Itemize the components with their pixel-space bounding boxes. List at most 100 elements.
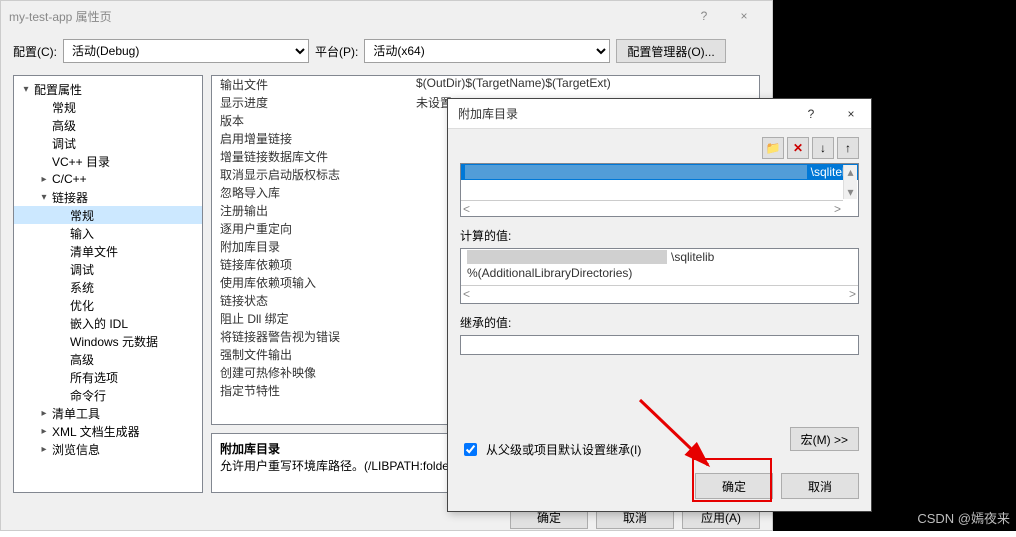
tree-item-label: 高级 — [52, 117, 76, 134]
vertical-scrollbar[interactable]: ▴ ▾ — [843, 165, 857, 199]
property-name: 链接库依赖项 — [212, 256, 412, 274]
tree-item-label: 浏览信息 — [52, 441, 100, 458]
scroll-up-icon: ▴ — [847, 165, 853, 179]
tree-item[interactable]: ▸清单工具 — [14, 404, 202, 422]
tree-item-label: 配置属性 — [34, 81, 82, 98]
arrow-up-icon: ↑ — [845, 141, 851, 155]
sub-cancel-button[interactable]: 取消 — [781, 473, 859, 499]
tree-item-label: 系统 — [70, 279, 94, 296]
tree-toggle-icon: ▸ — [38, 408, 50, 419]
tree-item[interactable]: 常规 — [14, 98, 202, 116]
delete-line-button[interactable]: ✕ — [787, 137, 809, 159]
tree-item-label: Windows 元数据 — [70, 333, 158, 350]
tree-item[interactable]: ▸浏览信息 — [14, 440, 202, 458]
property-name: 增量链接数据库文件 — [212, 148, 412, 166]
tree-item[interactable]: ▾链接器 — [14, 188, 202, 206]
paths-listbox[interactable]: \sqlitelib ▴ ▾ < > — [460, 163, 859, 217]
property-name: 版本 — [212, 112, 412, 130]
tree-item[interactable]: 所有选项 — [14, 368, 202, 386]
property-name: 使用库依赖项输入 — [212, 274, 412, 292]
platform-select[interactable]: 活动(x64) — [364, 39, 610, 63]
inherited-values-box — [460, 335, 859, 355]
tree-item-label: C/C++ — [52, 172, 87, 186]
redacted-path — [465, 165, 807, 179]
list-item[interactable]: \sqlitelib — [461, 164, 858, 180]
new-line-button[interactable]: 📁 — [762, 137, 784, 159]
tree-item[interactable]: VC++ 目录 — [14, 152, 202, 170]
sub-help-button[interactable]: ? — [791, 100, 831, 128]
move-down-button[interactable]: ↓ — [812, 137, 834, 159]
delete-icon: ✕ — [793, 141, 803, 155]
tree-item[interactable]: 命令行 — [14, 386, 202, 404]
category-tree[interactable]: ▾配置属性常规高级调试VC++ 目录▸C/C++▾链接器常规输入清单文件调试系统… — [13, 75, 203, 493]
watermark: CSDN @嫣夜来 — [917, 508, 1010, 527]
property-name: 将链接器警告视为错误 — [212, 328, 412, 346]
platform-label: 平台(P): — [315, 43, 358, 60]
tree-item[interactable]: Windows 元数据 — [14, 332, 202, 350]
scroll-right-icon: > — [834, 202, 841, 216]
property-name: 取消显示启动版权标志 — [212, 166, 412, 184]
tree-item[interactable]: 嵌入的 IDL — [14, 314, 202, 332]
tree-toggle-icon: ▾ — [20, 84, 32, 95]
tree-item-label: 清单文件 — [70, 243, 118, 260]
window-title: my-test-app 属性页 — [9, 8, 684, 25]
tree-item-label: VC++ 目录 — [52, 153, 110, 170]
scroll-down-icon: ▾ — [847, 185, 853, 199]
tree-item[interactable]: 调试 — [14, 260, 202, 278]
evaluated-values-box: \sqlitelib %(AdditionalLibraryDirectorie… — [460, 248, 859, 304]
tree-item-label: 嵌入的 IDL — [70, 315, 128, 332]
tree-toggle-icon: ▸ — [38, 426, 50, 437]
tree-item[interactable]: 常规 — [14, 206, 202, 224]
config-manager-button[interactable]: 配置管理器(O)... — [616, 39, 725, 63]
horizontal-scrollbar[interactable]: < > — [461, 200, 843, 216]
tree-item[interactable]: 输入 — [14, 224, 202, 242]
titlebar: my-test-app 属性页 ? × — [1, 1, 772, 31]
property-name: 创建可热修补映像 — [212, 364, 412, 382]
tree-item-label: 调试 — [70, 261, 94, 278]
property-name: 链接状态 — [212, 292, 412, 310]
property-name: 显示进度 — [212, 94, 412, 112]
tree-item[interactable]: 高级 — [14, 350, 202, 368]
property-name: 附加库目录 — [212, 238, 412, 256]
tree-item-label: 链接器 — [52, 189, 88, 206]
sub-titlebar: 附加库目录 ? × — [448, 99, 871, 129]
inherit-checkbox[interactable] — [464, 443, 477, 456]
move-up-button[interactable]: ↑ — [837, 137, 859, 159]
property-name: 输出文件 — [212, 76, 412, 94]
tree-item[interactable]: 系统 — [14, 278, 202, 296]
tree-item-label: 调试 — [52, 135, 76, 152]
property-row[interactable]: 输出文件$(OutDir)$(TargetName)$(TargetExt) — [212, 76, 759, 94]
config-row: 配置(C): 活动(Debug) 平台(P): 活动(x64) 配置管理器(O)… — [1, 31, 772, 71]
help-button[interactable]: ? — [684, 2, 724, 30]
tree-item[interactable]: ▾配置属性 — [14, 80, 202, 98]
tree-item[interactable]: 高级 — [14, 116, 202, 134]
tree-item-label: 常规 — [70, 207, 94, 224]
folder-icon: 📁 — [766, 141, 781, 155]
redacted-path — [467, 250, 667, 264]
evaluated-line: \sqlitelib — [461, 249, 858, 265]
sub-close-button[interactable]: × — [831, 100, 871, 128]
evaluated-line: %(AdditionalLibraryDirectories) — [461, 265, 858, 281]
sub-body: 📁 ✕ ↓ ↑ \sqlitelib ▴ ▾ < > 计算的值: \sqlite… — [448, 129, 871, 363]
close-button[interactable]: × — [724, 2, 764, 30]
additional-library-dirs-dialog: 附加库目录 ? × 📁 ✕ ↓ ↑ \sqlitelib ▴ ▾ < > 计算的… — [447, 98, 872, 512]
property-name: 阻止 Dll 绑定 — [212, 310, 412, 328]
sub-title: 附加库目录 — [458, 105, 791, 122]
tree-item[interactable]: 调试 — [14, 134, 202, 152]
tree-item[interactable]: 清单文件 — [14, 242, 202, 260]
tree-item-label: 高级 — [70, 351, 94, 368]
property-name: 启用增量链接 — [212, 130, 412, 148]
property-name: 强制文件输出 — [212, 346, 412, 364]
inherit-checkbox-label[interactable]: 从父级或项目默认设置继承(I) — [460, 440, 859, 459]
tree-item-label: XML 文档生成器 — [52, 423, 140, 440]
horizontal-scrollbar[interactable]: < > — [461, 285, 858, 301]
tree-item[interactable]: ▸XML 文档生成器 — [14, 422, 202, 440]
config-select[interactable]: 活动(Debug) — [63, 39, 309, 63]
tree-item-label: 命令行 — [70, 387, 106, 404]
sub-toolbar: 📁 ✕ ↓ ↑ — [460, 137, 859, 159]
sub-buttons: 确定 取消 — [460, 473, 859, 499]
arrow-down-icon: ↓ — [820, 141, 826, 155]
tree-item[interactable]: ▸C/C++ — [14, 170, 202, 188]
tree-item[interactable]: 优化 — [14, 296, 202, 314]
sub-ok-button[interactable]: 确定 — [695, 473, 773, 499]
